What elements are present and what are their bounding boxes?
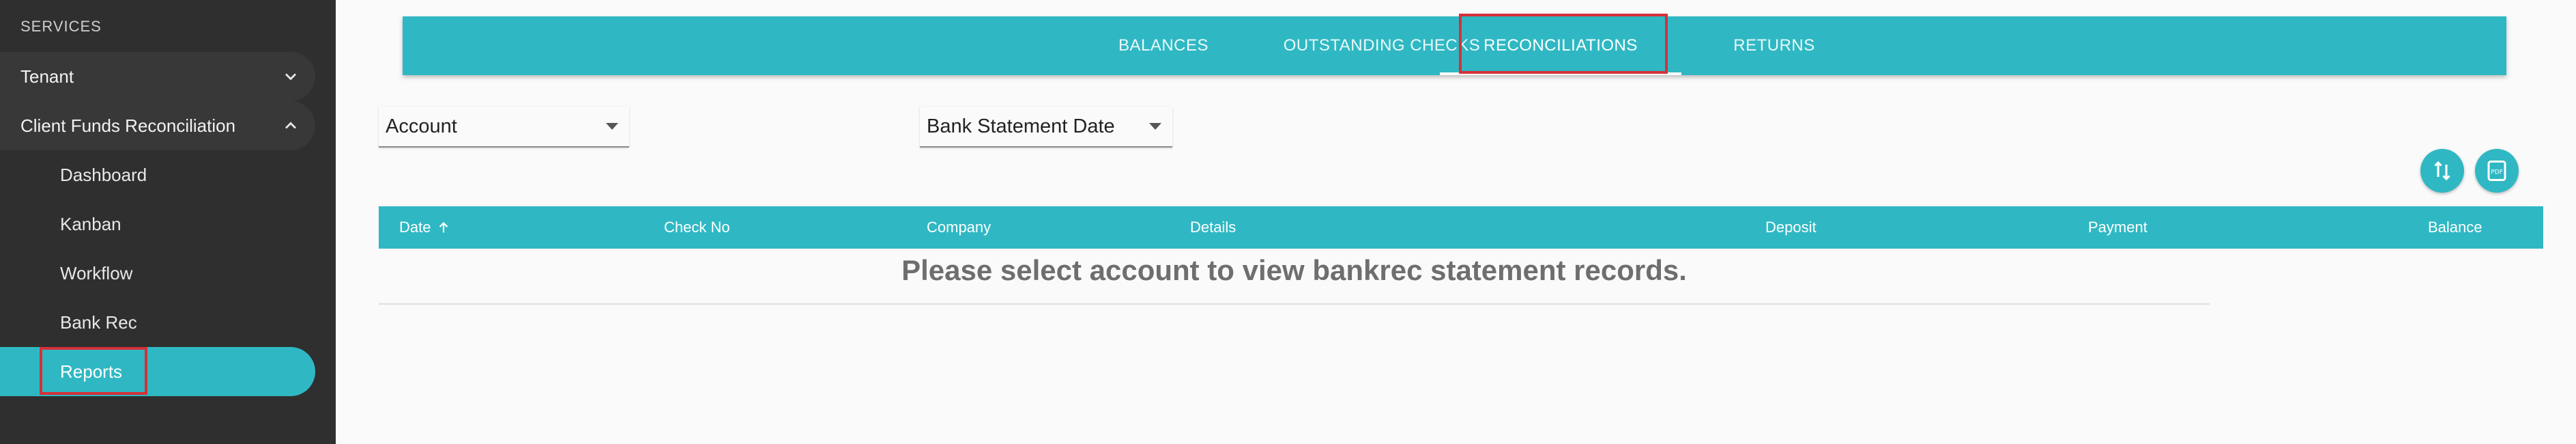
- sidebar-item-kanban[interactable]: Kanban: [0, 199, 315, 249]
- reconciliations-highlight-box: [1459, 14, 1668, 74]
- sidebar-group-label: Client Funds Reconciliation: [20, 115, 236, 136]
- column-header-balance[interactable]: Balance: [2428, 206, 2483, 249]
- sidebar-group-client-funds-reconciliation[interactable]: Client Funds Reconciliation: [0, 101, 315, 150]
- sidebar: SERVICES Tenant Client Funds Reconciliat…: [0, 0, 336, 444]
- reports-highlight-box: [40, 347, 147, 395]
- export-pdf-button[interactable]: PDF: [2475, 149, 2519, 193]
- column-header-payment[interactable]: Payment: [2088, 206, 2147, 249]
- caret-down-icon: [1149, 123, 1161, 130]
- table-divider: [379, 303, 2210, 305]
- svg-text:PDF: PDF: [2491, 169, 2503, 176]
- swap-vertical-icon: [2434, 161, 2450, 181]
- sidebar-group-label: Tenant: [20, 66, 74, 87]
- empty-state-message: Please select account to view bankrec st…: [901, 254, 1687, 286]
- tab-label: BALANCES: [1118, 36, 1209, 55]
- column-header-check-no[interactable]: Check No: [664, 206, 730, 249]
- sidebar-item-dashboard[interactable]: Dashboard: [0, 150, 315, 199]
- pdf-icon: PDF: [2487, 161, 2506, 181]
- sidebar-item-workflow[interactable]: Workflow: [0, 249, 315, 298]
- column-header-label: Check No: [664, 219, 730, 236]
- column-header-label: Details: [1190, 219, 1236, 236]
- arrow-up-icon: [439, 222, 448, 233]
- sidebar-section-title: SERVICES: [20, 18, 102, 35]
- column-header-deposit[interactable]: Deposit: [1765, 206, 1817, 249]
- column-header-label: Balance: [2428, 219, 2483, 236]
- column-header-label: Company: [927, 219, 992, 236]
- sort-toggle-button[interactable]: [2420, 149, 2464, 193]
- column-header-label: Payment: [2088, 219, 2147, 236]
- chevron-up-icon: [285, 122, 296, 129]
- sidebar-item-label: Bank Rec: [60, 311, 137, 333]
- bank-statement-date-value: Bank Statement Date: [927, 115, 1115, 137]
- account-select-value: Account: [386, 115, 457, 137]
- table-header: Date Check No Company Details Deposit Pa…: [379, 206, 2543, 249]
- caret-down-icon: [606, 123, 618, 130]
- column-header-date[interactable]: Date: [399, 206, 451, 249]
- report-tab-bar: BALANCES OUTSTANDING CHECKS RECONCILIATI…: [403, 16, 2506, 75]
- sidebar-item-label: Workflow: [60, 262, 133, 283]
- sidebar-item-bank-rec[interactable]: Bank Rec: [0, 298, 315, 347]
- chevron-down-icon: [285, 73, 296, 81]
- column-header-details[interactable]: Details: [1190, 206, 1236, 249]
- sidebar-item-label: Dashboard: [60, 164, 147, 185]
- sidebar-item-label: Kanban: [60, 213, 121, 234]
- column-header-label: Date: [399, 219, 431, 236]
- sidebar-group-tenant[interactable]: Tenant: [0, 52, 315, 101]
- column-header-company[interactable]: Company: [927, 206, 991, 249]
- tab-returns[interactable]: RETURNS: [1651, 16, 1897, 75]
- column-header-label: Deposit: [1765, 219, 1817, 236]
- tab-label: RETURNS: [1733, 36, 1815, 55]
- account-select[interactable]: Account: [379, 107, 629, 148]
- bank-statement-date-select[interactable]: Bank Statement Date: [920, 107, 1172, 148]
